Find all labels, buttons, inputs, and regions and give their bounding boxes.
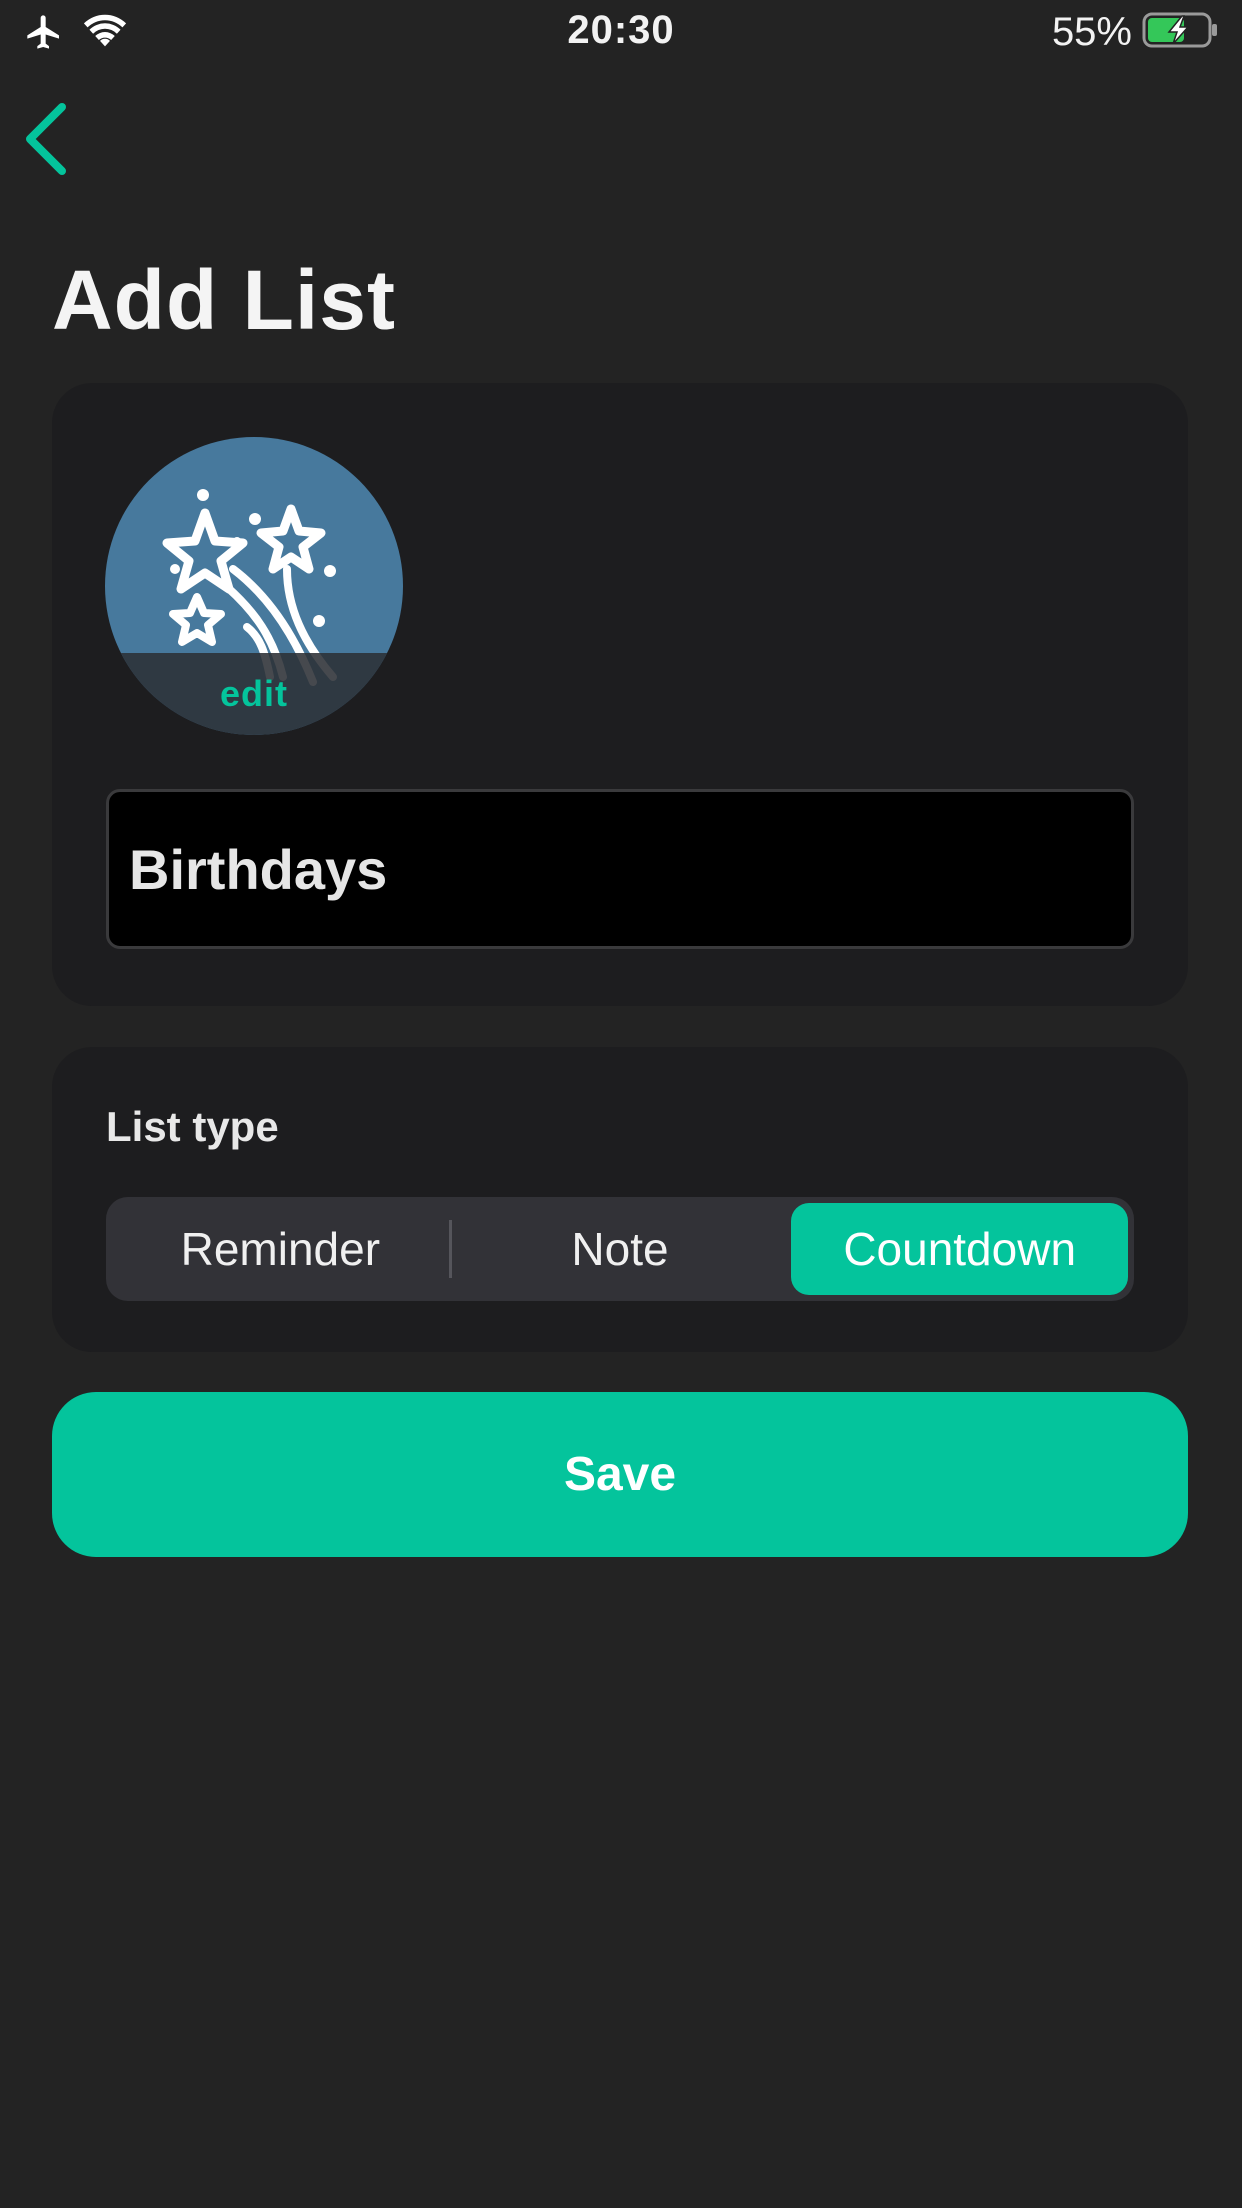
back-button[interactable] xyxy=(20,96,100,186)
status-right: 55% xyxy=(1052,10,1220,55)
chevron-left-icon xyxy=(20,101,70,182)
save-button[interactable]: Save xyxy=(52,1392,1188,1557)
segment-countdown[interactable]: Countdown xyxy=(791,1203,1129,1295)
battery-charging-icon xyxy=(1142,10,1220,55)
list-icon-picker[interactable]: edit xyxy=(105,437,403,735)
battery-percent: 55% xyxy=(1051,10,1132,54)
list-type-label: List type xyxy=(106,1103,279,1150)
status-bar: 20:30 55% xyxy=(0,0,1242,66)
list-type-card: List type Reminder Note Countdown xyxy=(52,1047,1188,1352)
list-type-segmented-control: Reminder Note Countdown xyxy=(106,1197,1134,1301)
edit-icon-label[interactable]: edit xyxy=(220,673,288,715)
avatar-edit-band[interactable]: edit xyxy=(105,653,403,735)
segment-note[interactable]: Note xyxy=(452,1203,789,1295)
page-title: Add List xyxy=(52,253,396,347)
segment-reminder[interactable]: Reminder xyxy=(112,1203,449,1295)
list-name-input[interactable] xyxy=(106,789,1134,949)
list-details-card: edit xyxy=(52,383,1188,1006)
